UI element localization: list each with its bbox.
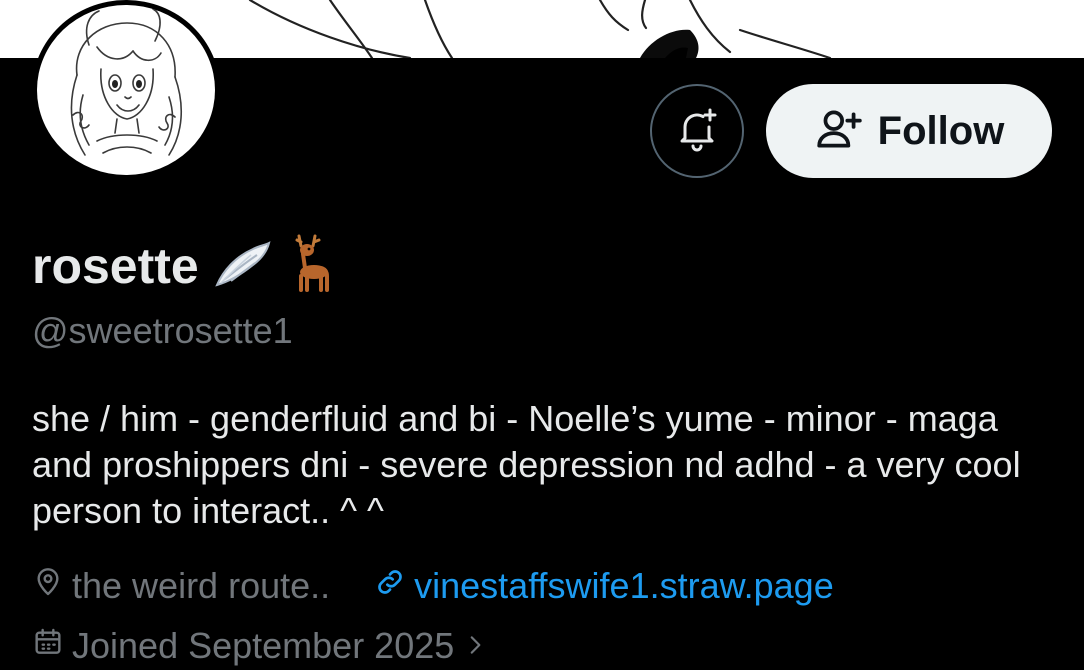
website-link[interactable]: vinestaffswife1.straw.page [414,565,834,607]
display-name: rosette [32,238,199,294]
deer-emoji-icon [285,232,333,301]
follow-button-label: Follow [877,108,1005,153]
profile-joined: Joined September 2025 [32,622,488,670]
follow-button[interactable]: Follow [766,84,1052,178]
profile-website[interactable]: vinestaffswife1.straw.page [374,565,834,607]
link-icon [374,565,406,607]
profile-handle: @sweetrosette1 [32,310,293,351]
profile-location: the weird route.. [32,565,330,607]
profile-name-row: rosette [32,234,333,296]
avatar-image [37,5,215,175]
location-text: the weird route.. [72,565,331,606]
notifications-button[interactable] [650,84,744,178]
map-pin-icon [32,565,64,607]
calendar-icon [32,625,64,667]
bell-plus-icon [673,105,721,158]
wing-emoji-icon [213,237,271,296]
person-add-icon [814,104,864,159]
chevron-right-icon[interactable] [462,625,488,667]
profile-meta-row: the weird route.. vinestaffswife1.straw.… [32,562,834,610]
profile-bio: she / him - genderfluid and bi - Noelle’… [32,398,1021,531]
profile-avatar[interactable] [32,0,220,180]
joined-text: Joined September 2025 [72,625,455,666]
